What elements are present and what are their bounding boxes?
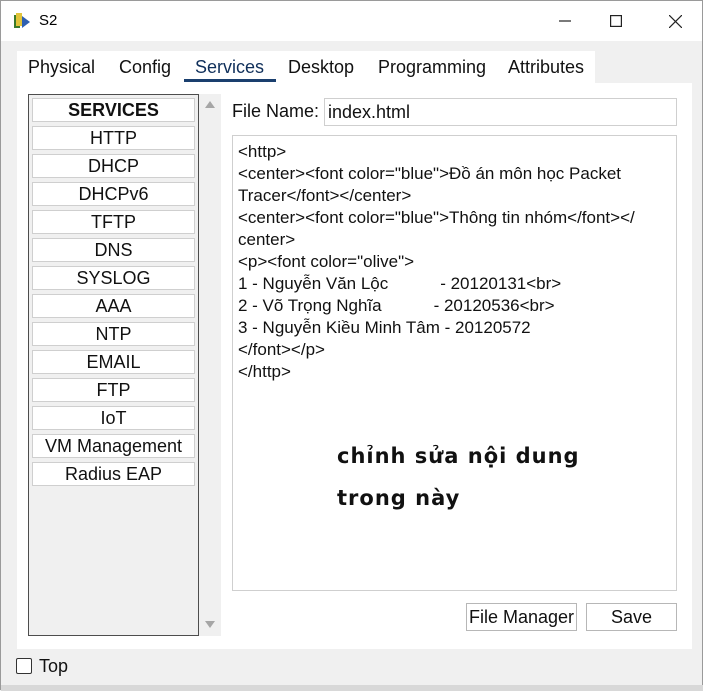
service-aaa[interactable]: AAA: [32, 294, 195, 318]
service-email[interactable]: EMAIL: [32, 350, 195, 374]
tab-attributes[interactable]: Attributes: [508, 57, 584, 78]
service-ntp[interactable]: NTP: [32, 322, 195, 346]
window-title: S2: [39, 12, 58, 29]
service-dhcp[interactable]: DHCP: [32, 154, 195, 178]
tab-physical[interactable]: Physical: [28, 57, 95, 78]
file-name-label: File Name:: [232, 101, 320, 121]
scroll-down-icon[interactable]: [204, 620, 216, 629]
code-line: </font></p>: [238, 340, 325, 359]
code-line: </http>: [238, 362, 291, 381]
annotation-note-line1: chỉnh sửa nội dung: [337, 444, 580, 468]
close-icon: [668, 14, 682, 28]
service-radius-eap[interactable]: Radius EAP: [32, 462, 195, 486]
tab-services[interactable]: Services: [195, 57, 264, 78]
code-line: <center><font color="blue">Đồ án môn học…: [238, 164, 622, 183]
window: S2 Physical Config Services Desktop Prog…: [0, 0, 703, 691]
top-checkbox[interactable]: [16, 658, 32, 674]
code-line: Tracer</font></center>: [238, 186, 412, 205]
tab-bar: Physical Config Services Desktop Program…: [17, 51, 595, 83]
tab-programming[interactable]: Programming: [378, 57, 486, 78]
services-list: SERVICES HTTP DHCP DHCPv6 TFTP DNS SYSLO…: [28, 94, 199, 636]
service-ftp[interactable]: FTP: [32, 378, 195, 402]
annotation-note-line2: trong này: [337, 486, 461, 510]
services-scrollbar[interactable]: [199, 94, 221, 636]
code-line: 3 - Nguyễn Kiều Minh Tâm - 20120572: [238, 318, 531, 337]
code-line: center>: [238, 230, 296, 249]
minimize-icon: [559, 20, 571, 22]
code-line: <http>: [238, 142, 287, 161]
close-button[interactable]: [652, 1, 698, 41]
service-http[interactable]: HTTP: [32, 126, 195, 150]
maximize-icon: [610, 15, 622, 27]
background-window-edge: [1, 685, 703, 691]
scroll-up-icon[interactable]: [204, 100, 216, 109]
code-line: <p><font color="olive">: [238, 252, 415, 271]
minimize-button[interactable]: [542, 1, 588, 41]
code-line: <center><font color="blue">Thông tin nhó…: [238, 208, 635, 227]
packet-tracer-icon: [14, 13, 30, 28]
service-iot[interactable]: IoT: [32, 406, 195, 430]
service-tftp[interactable]: TFTP: [32, 210, 195, 234]
top-checkbox-label: Top: [39, 656, 69, 676]
file-manager-button[interactable]: File Manager: [466, 603, 577, 631]
service-syslog[interactable]: SYSLOG: [32, 266, 195, 290]
service-vm-management[interactable]: VM Management: [32, 434, 195, 458]
maximize-button[interactable]: [593, 1, 639, 41]
save-button[interactable]: Save: [586, 603, 677, 631]
code-line: 1 - Nguyễn Văn Lộc - 20120131<br>: [238, 274, 562, 293]
services-header: SERVICES: [32, 98, 195, 122]
tab-config[interactable]: Config: [119, 57, 171, 78]
file-name-input[interactable]: [324, 98, 677, 126]
service-dns[interactable]: DNS: [32, 238, 195, 262]
title-bar: S2: [1, 1, 702, 41]
tab-desktop[interactable]: Desktop: [288, 57, 354, 78]
active-tab-indicator: [184, 79, 276, 82]
html-editor[interactable]: <http> <center><font color="blue">Đồ án …: [232, 135, 677, 591]
code-line: 2 - Võ Trọng Nghĩa - 20120536<br>: [238, 296, 555, 315]
service-dhcpv6[interactable]: DHCPv6: [32, 182, 195, 206]
